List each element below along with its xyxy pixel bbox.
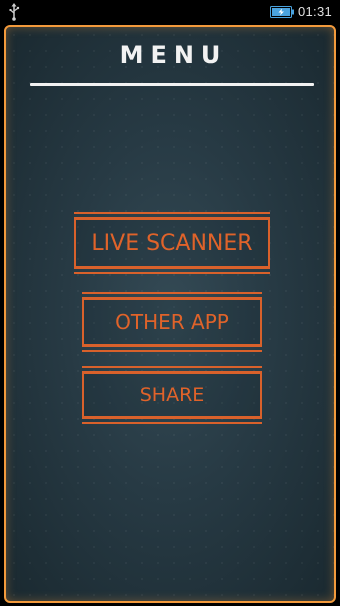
live-scanner-button[interactable]: LIVE SCANNER	[74, 212, 270, 274]
other-app-button[interactable]: OTHER APP	[82, 292, 262, 352]
usb-icon	[9, 3, 20, 21]
page-title: MENU	[119, 41, 228, 69]
share-button-label: SHARE	[139, 384, 205, 406]
title-divider	[30, 83, 314, 86]
status-clock: 01:31	[298, 4, 333, 19]
app-screen: MENU LIVE SCANNER OTHER APP SHARE	[0, 24, 340, 606]
other-app-button-label: OTHER APP	[115, 310, 229, 334]
share-button[interactable]: SHARE	[82, 366, 262, 424]
battery-icon	[270, 6, 294, 18]
live-scanner-button-label: LIVE SCANNER	[91, 230, 253, 256]
status-bar: 01:31	[0, 0, 340, 24]
menu-panel: MENU LIVE SCANNER OTHER APP SHARE	[4, 25, 336, 603]
